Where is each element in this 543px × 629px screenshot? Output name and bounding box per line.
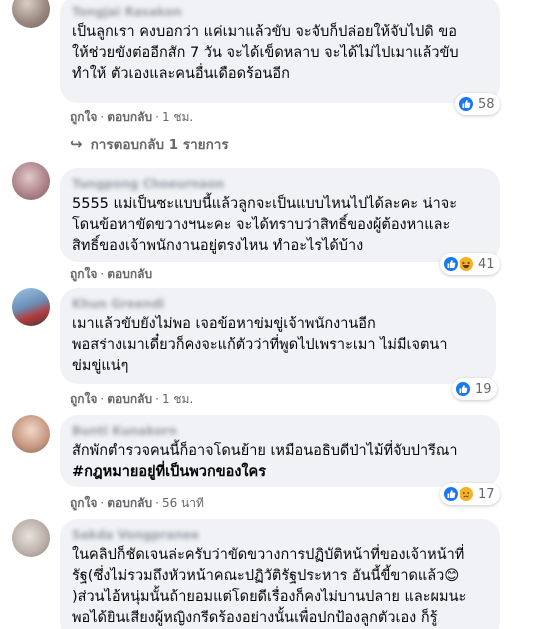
reaction-summary[interactable]: 41 bbox=[440, 253, 500, 275]
comment-actions: ถูกใจ · ตอบกลับ · 56 นาที bbox=[70, 496, 204, 510]
view-replies-button[interactable]: ↪ การตอบกลับ 1 รายการ bbox=[70, 133, 229, 155]
reaction-count: 17 bbox=[478, 486, 495, 502]
timestamp[interactable]: 56 นาที bbox=[162, 496, 204, 510]
author-name[interactable]: Tongjai Rasakon bbox=[72, 4, 488, 20]
comment-text: เมาแล้วขับยังไม่พอ เจอข้อหาข่มขู่เจ้าพนั… bbox=[72, 316, 448, 374]
reply-button[interactable]: ตอบกลับ bbox=[107, 496, 152, 510]
author-name[interactable]: Sakda Vongpranee bbox=[72, 527, 488, 543]
reply-button[interactable]: ตอบกลับ bbox=[107, 267, 152, 281]
reply-button[interactable]: ตอบกลับ bbox=[107, 392, 152, 406]
reaction-count: 19 bbox=[475, 381, 492, 397]
like-icon bbox=[442, 485, 460, 503]
reaction-count: 58 bbox=[478, 96, 495, 112]
comment-bubble: Tongjai Rasakon เป็นลูกเรา คงบอกว่า แค่เ… bbox=[60, 0, 500, 103]
author-name[interactable]: Tungpong Choeurnaon bbox=[72, 176, 488, 192]
avatar[interactable] bbox=[12, 288, 50, 326]
like-button[interactable]: ถูกใจ bbox=[70, 392, 97, 406]
author-name[interactable]: Khun Greendi bbox=[72, 296, 484, 312]
hashtag-link[interactable]: #กฎหมายอยู่ที่เป็นพวกของใคร bbox=[72, 464, 266, 480]
like-icon bbox=[442, 255, 460, 273]
comment-text: เป็นลูกเรา คงบอกว่า แค่เมาแล้วขับ จะจับก… bbox=[72, 24, 459, 82]
reaction-summary[interactable]: 58 bbox=[455, 93, 500, 115]
reply-button[interactable]: ตอบกลับ bbox=[107, 110, 152, 124]
timestamp[interactable]: 1 ชม. bbox=[162, 110, 193, 124]
like-button[interactable]: ถูกใจ bbox=[70, 267, 97, 281]
reaction-summary[interactable]: 19 bbox=[452, 378, 497, 400]
like-icon bbox=[457, 95, 475, 113]
avatar[interactable] bbox=[12, 162, 50, 200]
reaction-count: 41 bbox=[478, 256, 495, 272]
comment-text: 5555 แม่เป็นซะแบบนี้แล้วลูกจะเป็นแบบไหนไ… bbox=[72, 196, 458, 254]
comment-text: ในคลิปก็ชัดเจนล่ะครับว่าขัดขวางการปฏิบัต… bbox=[72, 547, 467, 626]
comment-actions: ถูกใจ · ตอบกลับ bbox=[70, 267, 153, 281]
author-name[interactable]: Bunti Kunakorn bbox=[72, 423, 488, 439]
comment-actions: ถูกใจ · ตอบกลับ · 1 ชม. bbox=[70, 392, 194, 406]
comment-bubble: Tungpong Choeurnaon 5555 แม่เป็นซะแบบนี้… bbox=[60, 168, 500, 262]
like-button[interactable]: ถูกใจ bbox=[70, 496, 97, 510]
like-button[interactable]: ถูกใจ bbox=[70, 110, 97, 124]
like-icon bbox=[454, 380, 472, 398]
comment-text: สักพักตำรวจคนนี้ก็อาจโดนย้าย เหมือนอธิบด… bbox=[72, 443, 458, 480]
avatar[interactable] bbox=[12, 415, 50, 453]
avatar[interactable] bbox=[12, 519, 50, 557]
reply-arrow-icon: ↪ bbox=[70, 135, 83, 153]
replies-count-label: การตอบกลับ 1 รายการ bbox=[90, 137, 229, 153]
comment-actions: ถูกใจ · ตอบกลับ · 1 ชม. bbox=[70, 110, 194, 124]
comment-bubble: Khun Greendi เมาแล้วขับยังไม่พอ เจอข้อหา… bbox=[60, 288, 496, 384]
avatar[interactable] bbox=[12, 0, 50, 28]
timestamp[interactable]: 1 ชม. bbox=[162, 392, 193, 406]
comment-bubble: Sakda Vongpranee ในคลิปก็ชัดเจนล่ะครับว่… bbox=[60, 519, 500, 629]
comment-bubble: Bunti Kunakorn สักพักตำรวจคนนี้ก็อาจโดนย… bbox=[60, 415, 500, 487]
reaction-summary[interactable]: 17 bbox=[440, 483, 500, 505]
